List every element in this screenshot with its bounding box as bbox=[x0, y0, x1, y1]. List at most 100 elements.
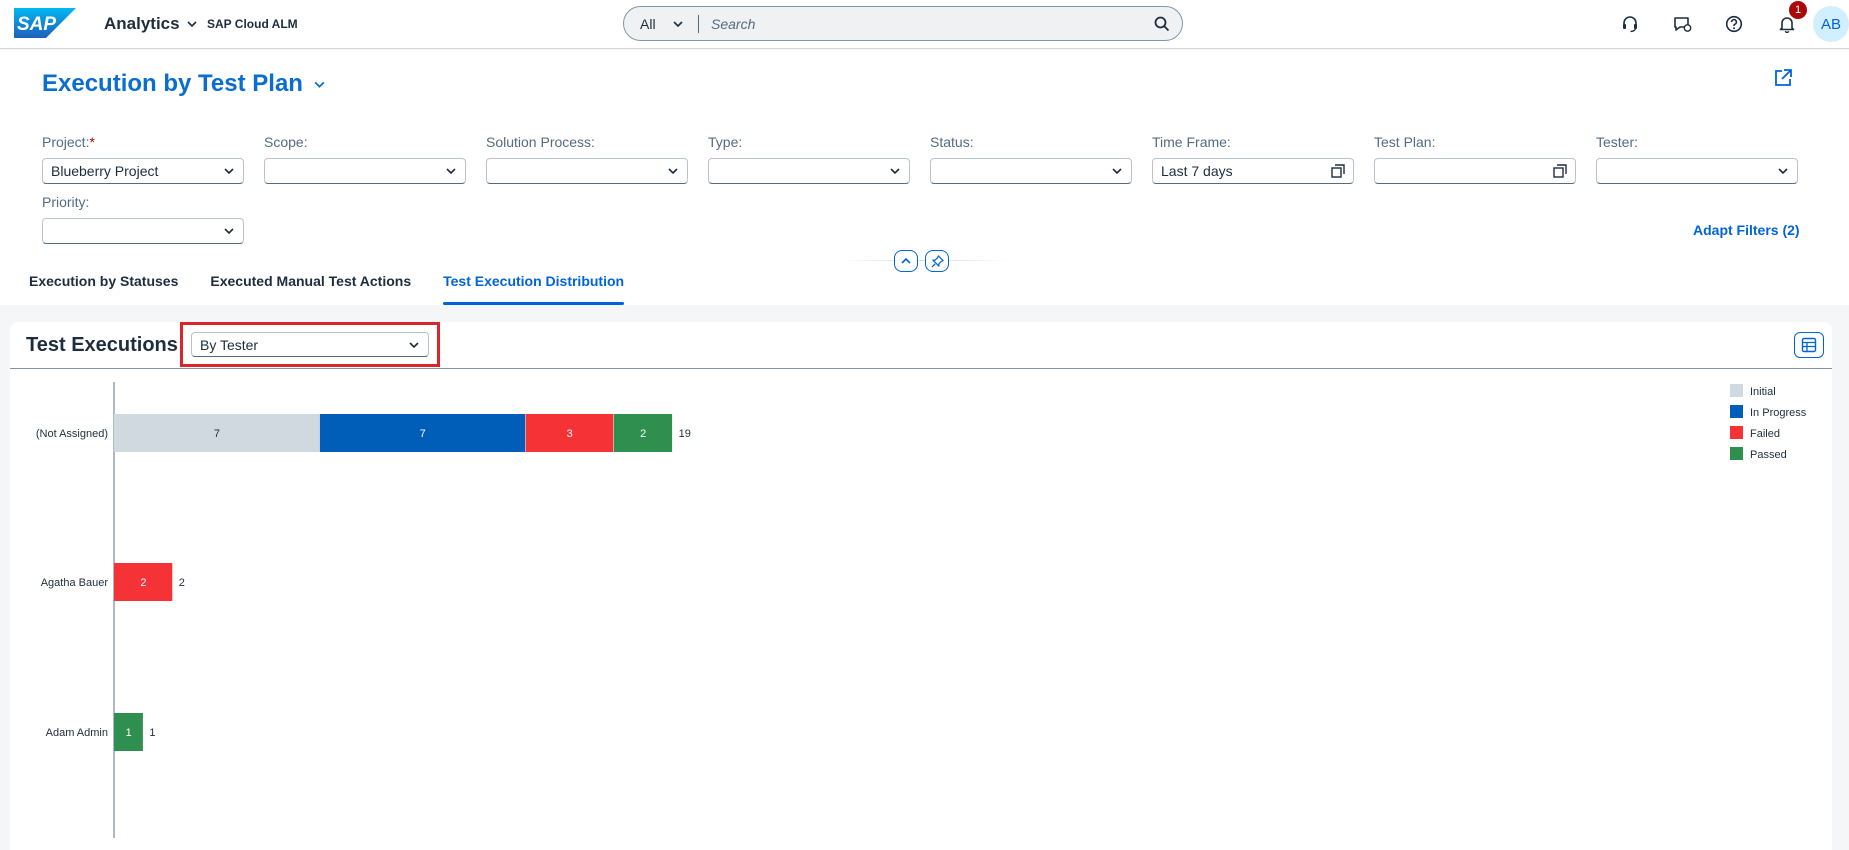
legend-label: Failed bbox=[1750, 428, 1780, 440]
legend-swatch-in-progress[interactable] bbox=[1730, 405, 1743, 418]
tab-executed-manual-test-actions[interactable]: Executed Manual Test Actions bbox=[210, 273, 411, 305]
status-select[interactable] bbox=[930, 158, 1132, 184]
time-frame-input[interactable]: Last 7 days bbox=[1152, 158, 1354, 184]
feedback-icon[interactable] bbox=[1670, 12, 1694, 36]
data-label: 2 bbox=[140, 577, 146, 589]
pin-icon bbox=[930, 254, 944, 268]
avatar[interactable]: AB bbox=[1813, 6, 1849, 42]
share-icon[interactable] bbox=[1772, 67, 1794, 89]
required-marker: * bbox=[89, 134, 95, 150]
chevron-down-icon bbox=[446, 168, 456, 175]
solution-process-select[interactable] bbox=[486, 158, 688, 184]
tab-bar: Execution by Statuses Executed Manual Te… bbox=[0, 273, 624, 305]
filter-status: Status: bbox=[930, 134, 1132, 184]
notification-badge: 1 bbox=[1789, 1, 1807, 19]
data-label: 3 bbox=[567, 428, 573, 440]
data-label: 2 bbox=[640, 428, 646, 440]
filter-time-frame: Time Frame: Last 7 days bbox=[1152, 134, 1354, 184]
filter-label: Project:* bbox=[42, 134, 95, 150]
table-view-button[interactable] bbox=[1794, 332, 1824, 358]
test-executions-chart: (Not Assigned) 7 7 3 2 19 Agatha Bauer 2 2 Adam A… bbox=[36, 382, 1807, 838]
sap-logo[interactable]: SAP bbox=[14, 8, 76, 38]
table-view-icon bbox=[1801, 337, 1817, 353]
app-menu[interactable]: Analytics bbox=[104, 14, 198, 34]
filter-label: Time Frame: bbox=[1152, 134, 1231, 150]
collapse-header-button[interactable] bbox=[894, 250, 918, 272]
filter-label: Solution Process: bbox=[486, 134, 595, 150]
search-scope-value: All bbox=[640, 15, 656, 32]
app-subtitle: SAP Cloud ALM bbox=[207, 17, 298, 31]
search-scope-select[interactable]: All bbox=[624, 14, 699, 33]
value-help-icon[interactable] bbox=[1331, 164, 1345, 178]
scope-select[interactable] bbox=[264, 158, 466, 184]
filter-label: Type: bbox=[708, 134, 743, 150]
data-label: 7 bbox=[420, 428, 426, 440]
priority-select[interactable] bbox=[42, 218, 244, 244]
tab-execution-by-statuses[interactable]: Execution by Statuses bbox=[29, 273, 178, 305]
search-input[interactable] bbox=[711, 15, 1142, 32]
filter-label: Test Plan: bbox=[1374, 134, 1436, 150]
legend-label: Initial bbox=[1750, 386, 1776, 398]
headset-icon[interactable] bbox=[1618, 12, 1642, 36]
filter-label: Status: bbox=[930, 134, 974, 150]
chevron-down-icon bbox=[673, 20, 683, 27]
filter-label: Scope: bbox=[264, 134, 308, 150]
chevron-down-icon bbox=[187, 21, 197, 28]
type-select[interactable] bbox=[708, 158, 910, 184]
app-title: Analytics bbox=[104, 14, 180, 33]
filter-type: Type: bbox=[708, 134, 910, 184]
search-button[interactable] bbox=[1142, 16, 1182, 32]
chevron-down-icon bbox=[1778, 168, 1788, 175]
search-field: All bbox=[623, 6, 1183, 41]
variant-selector[interactable]: Execution by Test Plan bbox=[42, 70, 326, 98]
filter-value: Blueberry Project bbox=[51, 163, 159, 179]
chevron-down-icon bbox=[314, 81, 325, 88]
category-label: (Not Assigned) bbox=[36, 428, 108, 440]
pin-header-button[interactable] bbox=[925, 250, 949, 272]
legend-label: In Progress bbox=[1750, 407, 1807, 419]
filter-solution-process: Solution Process: bbox=[486, 134, 688, 184]
filter-project: Project:* Blueberry Project bbox=[42, 134, 244, 184]
filter-test-plan: Test Plan: bbox=[1374, 134, 1576, 184]
filter-label: Priority: bbox=[42, 194, 90, 210]
page-header: Execution by Test Plan Project:* Blueber… bbox=[0, 50, 1849, 305]
filter-value: Last 7 days bbox=[1161, 163, 1233, 179]
category-label: Adam Admin bbox=[46, 727, 108, 739]
search-icon bbox=[1154, 16, 1170, 31]
total-label: 19 bbox=[679, 428, 691, 440]
view-by-select[interactable]: By Tester bbox=[191, 332, 429, 357]
chevron-down-icon bbox=[890, 168, 900, 175]
card-title: Test Executions bbox=[26, 334, 178, 356]
project-select[interactable]: Blueberry Project bbox=[42, 158, 244, 184]
filter-scope: Scope: bbox=[264, 134, 466, 184]
filter-label: Tester: bbox=[1596, 134, 1639, 150]
data-label: 7 bbox=[214, 428, 220, 440]
test-executions-card: Test Executions By Tester (Not Assigned)… bbox=[10, 322, 1832, 850]
adapt-filters-link[interactable]: Adapt Filters (2) bbox=[1693, 222, 1800, 238]
view-by-value: By Tester bbox=[200, 336, 259, 353]
data-label: 1 bbox=[126, 727, 132, 739]
legend-swatch-initial[interactable] bbox=[1730, 384, 1743, 397]
chevron-down-icon bbox=[1112, 168, 1122, 175]
chevron-down-icon bbox=[409, 341, 419, 348]
legend-label: Passed bbox=[1750, 449, 1787, 461]
category-label: Agatha Bauer bbox=[41, 577, 109, 589]
chevron-down-icon bbox=[224, 228, 234, 235]
logo-text: SAP bbox=[17, 14, 56, 35]
chevron-down-icon bbox=[668, 168, 678, 175]
chevron-up-icon bbox=[901, 257, 911, 264]
help-icon[interactable] bbox=[1722, 12, 1746, 36]
total-label: 1 bbox=[149, 727, 155, 739]
total-label: 2 bbox=[179, 577, 185, 589]
value-help-icon[interactable] bbox=[1553, 164, 1567, 178]
filter-priority: Priority: bbox=[42, 194, 244, 244]
filter-tester: Tester: bbox=[1596, 134, 1798, 184]
legend-swatch-passed[interactable] bbox=[1730, 447, 1743, 460]
page-title: Execution by Test Plan bbox=[42, 70, 303, 97]
test-plan-input[interactable] bbox=[1374, 158, 1576, 184]
legend-swatch-failed[interactable] bbox=[1730, 426, 1743, 439]
tester-select[interactable] bbox=[1596, 158, 1798, 184]
tab-test-execution-distribution[interactable]: Test Execution Distribution bbox=[443, 273, 624, 305]
chevron-down-icon bbox=[224, 168, 234, 175]
shell-bar: SAP Analytics SAP Cloud ALM All 1 AB bbox=[0, 0, 1849, 49]
